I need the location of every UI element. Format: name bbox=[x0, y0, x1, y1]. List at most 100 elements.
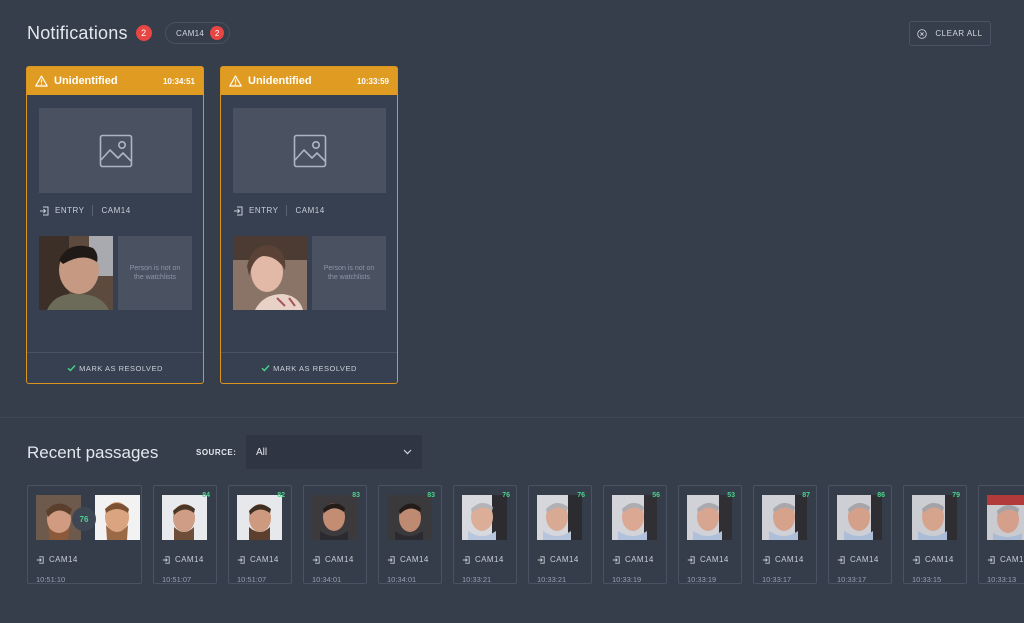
passage-score: 76 bbox=[577, 492, 585, 499]
image-icon bbox=[99, 134, 132, 167]
passage-score: 87 bbox=[802, 492, 810, 499]
image-icon bbox=[293, 134, 326, 167]
passage-time: 10:33:13 bbox=[987, 575, 1017, 584]
section-divider bbox=[0, 417, 1024, 418]
camera-filter-count-badge: 2 bbox=[210, 26, 225, 40]
mark-resolved-button[interactable]: MARK AS RESOLVED bbox=[221, 352, 397, 383]
passage-time: 10:51:07 bbox=[162, 575, 192, 584]
passage-camera-label: CAM14 bbox=[550, 555, 579, 564]
card-meta: ENTRY CAM14 bbox=[39, 205, 131, 216]
warning-icon bbox=[229, 75, 242, 87]
entry-icon bbox=[462, 555, 470, 564]
card-header: Unidentified 10:33:59 bbox=[221, 67, 397, 95]
source-select[interactable]: All bbox=[246, 435, 422, 469]
passage-card[interactable]: 83 CAM14 10:34:01 bbox=[378, 485, 442, 584]
notifications-count-badge: 2 bbox=[135, 25, 152, 41]
face-thumbnail[interactable] bbox=[233, 236, 307, 310]
scene-image-placeholder[interactable] bbox=[39, 108, 192, 193]
camera-filter-label: CAM14 bbox=[176, 28, 205, 38]
entry-icon bbox=[312, 555, 320, 564]
passage-face-thumbnail bbox=[912, 495, 957, 540]
mark-resolved-button[interactable]: MARK AS RESOLVED bbox=[27, 352, 203, 383]
passage-camera: CAM14 bbox=[387, 555, 429, 564]
scene-image-placeholder[interactable] bbox=[233, 108, 386, 193]
passage-card[interactable]: 82 CAM14 10:51:07 bbox=[228, 485, 292, 584]
passage-time: 10:34:01 bbox=[312, 575, 342, 584]
passage-face-thumbnail bbox=[537, 495, 582, 540]
notifications-header: Notifications 2 bbox=[27, 22, 152, 44]
close-circle-icon bbox=[917, 28, 928, 39]
passage-card[interactable]: 53 CAM14 10:33:19 bbox=[678, 485, 742, 584]
camera-filter-chip[interactable]: CAM14 2 bbox=[165, 22, 231, 44]
passage-camera: CAM14 bbox=[687, 555, 729, 564]
passage-card[interactable]: 83 CAM14 10:34:01 bbox=[303, 485, 367, 584]
recent-passages-list: 76 CAM14 10:51:10 84 CAM14 10:51:07 82 C… bbox=[27, 485, 1024, 584]
entry-icon bbox=[36, 555, 44, 564]
meta-divider bbox=[286, 205, 288, 216]
entry-icon bbox=[387, 555, 395, 564]
passage-face-thumbnail bbox=[162, 495, 207, 540]
passage-time: 10:33:19 bbox=[612, 575, 642, 584]
card-meta: ENTRY CAM14 bbox=[233, 205, 325, 216]
clear-all-label: CLEAR ALL bbox=[935, 29, 983, 38]
passage-time: 10:33:19 bbox=[687, 575, 717, 584]
notification-card: Unidentified 10:33:59 ENTRY CAM14 Person… bbox=[220, 66, 398, 384]
passage-camera-label: CAM14 bbox=[700, 555, 729, 564]
passage-card[interactable]: 76 CAM14 10:33:21 bbox=[528, 485, 592, 584]
card-direction: ENTRY bbox=[55, 206, 85, 215]
recent-passages-title: Recent passages bbox=[27, 443, 159, 462]
face-thumbnail[interactable] bbox=[39, 236, 113, 310]
entry-icon bbox=[40, 206, 49, 215]
clear-all-button[interactable]: CLEAR ALL bbox=[909, 21, 991, 46]
card-time: 10:34:51 bbox=[162, 76, 195, 86]
passage-score: 83 bbox=[352, 492, 360, 499]
card-status: Unidentified bbox=[248, 75, 312, 87]
passage-card[interactable]: 87 CAM14 10:33:17 bbox=[753, 485, 817, 584]
passage-card[interactable]: CAM1 10:33:13 bbox=[978, 485, 1024, 584]
passage-camera: CAM14 bbox=[162, 555, 204, 564]
passage-card[interactable]: 56 CAM14 10:33:19 bbox=[603, 485, 667, 584]
passage-camera: CAM14 bbox=[237, 555, 279, 564]
passage-camera: CAM14 bbox=[762, 555, 804, 564]
passage-face-thumbnail bbox=[387, 495, 432, 540]
passage-card[interactable]: 76 CAM14 10:33:21 bbox=[453, 485, 517, 584]
notifications-title: Notifications bbox=[27, 22, 128, 43]
passage-camera: CAM14 bbox=[612, 555, 654, 564]
passage-camera-label: CAM14 bbox=[625, 555, 654, 564]
passage-time: 10:33:21 bbox=[537, 575, 567, 584]
mark-resolved-label: MARK AS RESOLVED bbox=[79, 363, 163, 373]
entry-icon bbox=[987, 555, 995, 564]
passage-score: 86 bbox=[877, 492, 885, 499]
passage-camera-label: CAM14 bbox=[925, 555, 954, 564]
passage-time: 10:51:10 bbox=[36, 575, 66, 584]
card-time: 10:33:59 bbox=[356, 76, 389, 86]
meta-divider bbox=[92, 205, 94, 216]
passage-card[interactable]: 84 CAM14 10:51:07 bbox=[153, 485, 217, 584]
passage-camera-label: CAM14 bbox=[850, 555, 879, 564]
entry-icon bbox=[762, 555, 770, 564]
passage-camera-label: CAM14 bbox=[475, 555, 504, 564]
passage-score: 76 bbox=[502, 492, 510, 499]
passage-time: 10:33:15 bbox=[912, 575, 942, 584]
card-camera: CAM14 bbox=[295, 206, 325, 215]
passage-camera-label: CAM1 bbox=[1000, 555, 1024, 564]
passage-score: 84 bbox=[202, 492, 210, 499]
notification-card: Unidentified 10:34:51 ENTRY CAM14 Person… bbox=[26, 66, 204, 384]
entry-icon bbox=[162, 555, 170, 564]
passage-card[interactable]: 76 CAM14 10:51:10 bbox=[27, 485, 142, 584]
entry-icon bbox=[237, 555, 245, 564]
passage-face-thumbnail bbox=[612, 495, 657, 540]
passage-camera: CAM1 bbox=[987, 555, 1024, 564]
passage-score: 79 bbox=[952, 492, 960, 499]
passage-card[interactable]: 86 CAM14 10:33:17 bbox=[828, 485, 892, 584]
passage-camera: CAM14 bbox=[912, 555, 954, 564]
passage-card[interactable]: 79 CAM14 10:33:15 bbox=[903, 485, 967, 584]
card-status: Unidentified bbox=[54, 75, 118, 87]
passage-camera: CAM14 bbox=[837, 555, 879, 564]
entry-icon bbox=[912, 555, 920, 564]
passage-camera: CAM14 bbox=[462, 555, 504, 564]
match-score: 76 bbox=[72, 507, 96, 531]
check-icon bbox=[67, 365, 76, 372]
passage-face-thumbnail bbox=[762, 495, 807, 540]
passage-score: 53 bbox=[727, 492, 735, 499]
